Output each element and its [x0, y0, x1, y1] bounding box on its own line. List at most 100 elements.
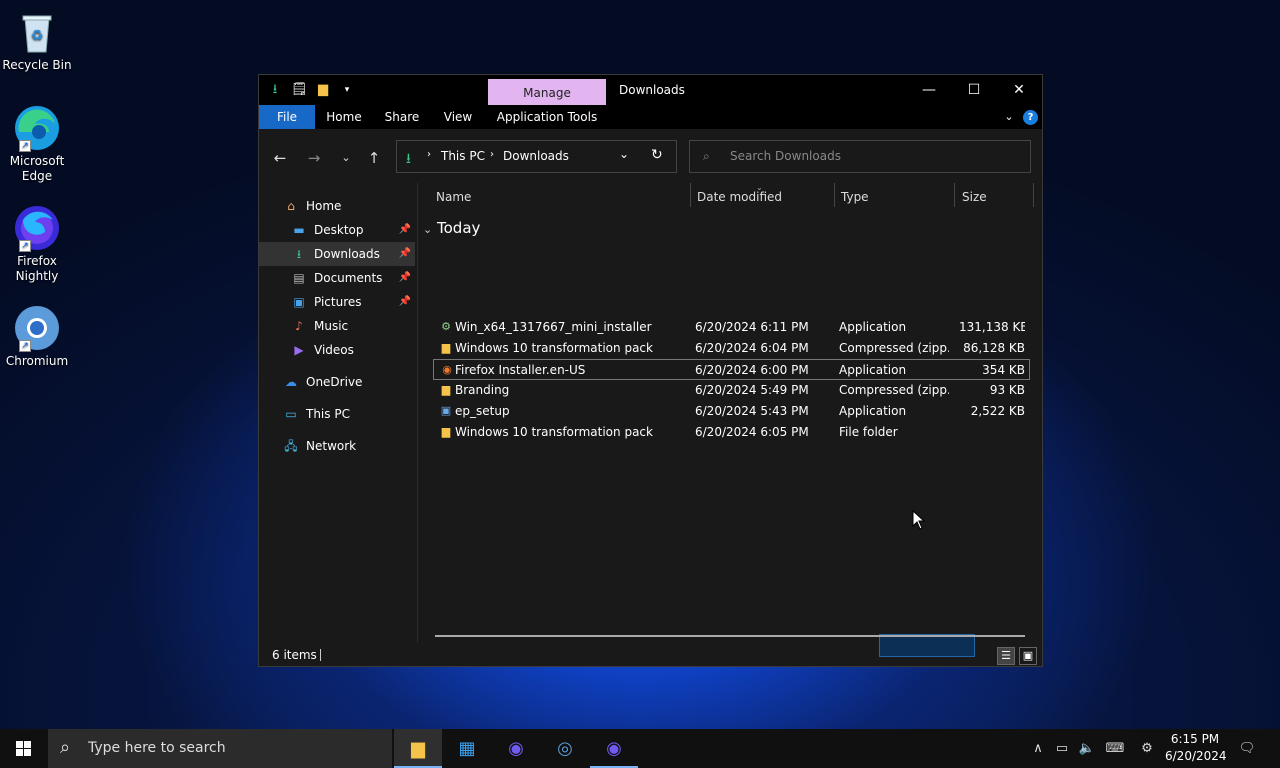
nav-item-onedrive[interactable]: ☁ OneDrive: [259, 370, 415, 394]
column-header-date[interactable]: Date modified: [697, 190, 782, 210]
nav-item-documents[interactable]: ▤ Documents 📌: [259, 266, 415, 290]
file-name: Branding: [455, 383, 510, 397]
taskbar-firefox[interactable]: ◉: [590, 729, 638, 768]
column-divider[interactable]: [690, 183, 691, 207]
tab-view[interactable]: View: [435, 105, 481, 129]
recycle-bin-icon: ♻: [13, 8, 61, 56]
shortcut-arrow-icon: ↗: [19, 240, 31, 252]
taskbar-clock[interactable]: 6:15 PM 6/20/2024: [1165, 731, 1227, 765]
pin-icon[interactable]: 📌: [399, 266, 411, 290]
table-row[interactable]: ▆ Windows 10 transformation pack 6/20/20…: [433, 422, 1030, 443]
taskbar-store[interactable]: ▦: [443, 729, 491, 768]
nav-item-network[interactable]: 🖧 Network: [259, 434, 415, 458]
nav-item-downloads[interactable]: ⭳ Downloads 📌: [259, 242, 415, 266]
taskbar-firefox-nightly[interactable]: ◉: [492, 729, 540, 768]
nav-label: Music: [314, 319, 349, 333]
table-row[interactable]: ▆ Branding 6/20/2024 5:49 PM Compressed …: [433, 380, 1030, 401]
desktop-icon-chromium[interactable]: ↗ Chromium: [2, 304, 72, 369]
address-bar[interactable]: ⭳ › This PC › Downloads ⌄ ↻: [396, 140, 677, 173]
volume-muted-icon[interactable]: 🔈: [1076, 729, 1098, 768]
file-name: ep_setup: [455, 404, 510, 418]
video-icon: ▶: [294, 343, 304, 357]
taskbar-search-box[interactable]: Type here to search: [48, 729, 392, 768]
gear-icon[interactable]: ⚙: [1136, 729, 1158, 768]
close-button[interactable]: ✕: [996, 75, 1042, 105]
contextual-tab-manage[interactable]: Manage: [488, 79, 606, 106]
desktop-icon-recycle-bin[interactable]: ♻ Recycle Bin: [2, 8, 72, 73]
zip-folder-icon: ▆: [441, 341, 451, 354]
chevron-down-icon[interactable]: ▾: [339, 82, 355, 98]
column-divider[interactable]: [834, 183, 835, 207]
group-label: Today: [437, 219, 481, 237]
table-row[interactable]: ▣ ep_setup 6/20/2024 5:43 PM Application…: [433, 401, 1030, 422]
item-count: 6 items: [272, 648, 317, 662]
taskbar-file-explorer[interactable]: ▆: [394, 729, 442, 768]
nav-item-music[interactable]: ♪ Music: [259, 314, 415, 338]
table-row[interactable]: ▆ Windows 10 transformation pack 6/20/20…: [433, 338, 1030, 359]
maximize-button[interactable]: ☐: [951, 75, 997, 105]
picture-icon: ▣: [293, 295, 305, 309]
horizontal-scrollbar[interactable]: [435, 635, 1025, 637]
pin-icon[interactable]: 📌: [399, 290, 411, 314]
column-header-name[interactable]: Name: [436, 190, 471, 210]
nav-item-this-pc[interactable]: ▭ This PC: [259, 402, 415, 426]
show-hidden-icons-chevron-icon[interactable]: ∧: [1028, 729, 1048, 768]
nav-item-videos[interactable]: ▶ Videos: [259, 338, 415, 362]
refresh-icon[interactable]: ↻: [651, 147, 663, 163]
music-icon: ♪: [295, 319, 303, 333]
table-row[interactable]: ◉ Firefox Installer.en-US 6/20/2024 6:00…: [433, 359, 1030, 380]
address-history-chevron-icon[interactable]: ⌄: [619, 147, 629, 161]
desktop-icon: ▬: [293, 223, 305, 237]
download-icon: ⭳: [272, 82, 278, 97]
notifications-icon[interactable]: 🗨: [1234, 729, 1260, 768]
group-header-today[interactable]: ⌄ Today: [423, 219, 480, 237]
breadcrumb-downloads[interactable]: Downloads: [503, 149, 569, 163]
new-folder-icon[interactable]: ▆: [315, 82, 331, 98]
title-bar[interactable]: ⭳ 🗒 ▆ ▾ Manage Downloads — ☐ ✕: [259, 75, 1042, 106]
column-header-type[interactable]: Type: [841, 190, 869, 210]
tab-share[interactable]: Share: [379, 105, 425, 129]
recent-locations-chevron-icon[interactable]: ⌄: [335, 148, 357, 168]
pane-splitter[interactable]: [417, 183, 418, 643]
nav-item-pictures[interactable]: ▣ Pictures 📌: [259, 290, 415, 314]
tab-file[interactable]: File: [259, 105, 315, 129]
nav-label: Network: [306, 439, 357, 453]
nav-item-home[interactable]: ⌂ Home: [259, 194, 415, 218]
minimize-button[interactable]: —: [906, 75, 952, 105]
folder-icon: ▆: [411, 738, 425, 759]
pin-icon[interactable]: 📌: [399, 218, 411, 242]
nav-label: Home: [306, 199, 342, 213]
tab-home[interactable]: Home: [321, 105, 367, 129]
search-icon: ⌕: [60, 737, 71, 758]
taskbar-chromium[interactable]: ◎: [541, 729, 589, 768]
network-icon[interactable]: ▭: [1052, 729, 1072, 768]
breadcrumb-this-pc[interactable]: This PC: [441, 149, 485, 163]
tab-application-tools[interactable]: Application Tools: [488, 105, 606, 129]
search-input[interactable]: Search Downloads: [689, 140, 1031, 173]
start-button[interactable]: [0, 729, 48, 768]
pin-icon[interactable]: 📌: [399, 242, 411, 266]
nav-item-desktop[interactable]: ▬ Desktop 📌: [259, 218, 415, 242]
forward-arrow-icon[interactable]: →: [303, 148, 325, 168]
up-arrow-icon[interactable]: ↑: [363, 148, 385, 168]
large-icons-view-icon[interactable]: ▣: [1019, 647, 1037, 665]
desktop-icon-edge[interactable]: ↗ Microsoft Edge: [2, 104, 72, 184]
expand-ribbon-chevron-icon[interactable]: ⌄: [1001, 105, 1017, 129]
edge-icon: ↗: [13, 104, 61, 152]
desktop-icon-label: Recycle Bin: [2, 58, 72, 72]
desktop-icon-label: Microsoft Edge: [9, 154, 65, 183]
keyboard-icon[interactable]: ⌨: [1102, 729, 1128, 768]
file-explorer-window: ⭳ 🗒 ▆ ▾ Manage Downloads — ☐ ✕ File Home…: [258, 74, 1043, 667]
column-divider[interactable]: [954, 183, 955, 207]
mouse-cursor-icon: [912, 510, 926, 530]
back-arrow-icon[interactable]: ←: [269, 148, 291, 168]
column-divider[interactable]: [1033, 183, 1034, 207]
properties-icon[interactable]: 🗒: [291, 82, 308, 98]
help-icon[interactable]: ?: [1023, 110, 1038, 125]
nav-label: Downloads: [314, 247, 380, 261]
desktop-icon-firefox-nightly[interactable]: ↗ Firefox Nightly: [2, 204, 72, 284]
details-view-icon[interactable]: ☰: [997, 647, 1015, 665]
table-row[interactable]: ⚙ Win_x64_1317667_mini_installer 6/20/20…: [433, 317, 1030, 338]
column-header-size[interactable]: Size: [962, 190, 987, 210]
taskbar: Type here to search ⌕ ▆ ▦ ◉ ◎ ◉ ∧ ▭ 🔈 ⌨ …: [0, 729, 1280, 768]
